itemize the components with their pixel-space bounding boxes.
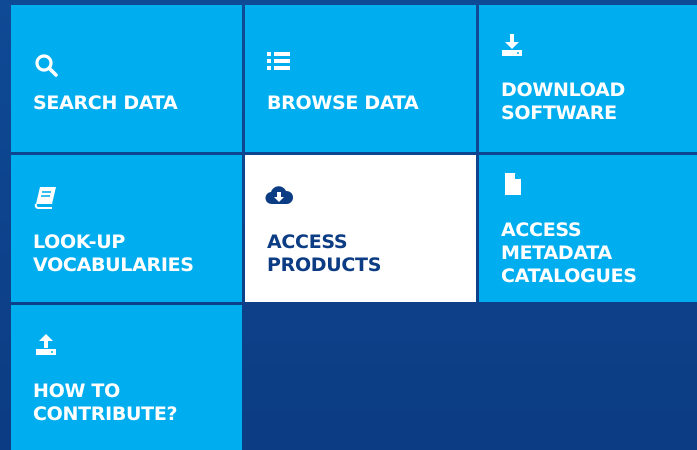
look-up-vocabularies-label: LOOK-UP VOCABULARIES xyxy=(33,231,194,276)
download-icon xyxy=(499,32,525,58)
tile-menu: SEARCH DATA BROWSE DATA DOWNLOAD SOFTWAR… xyxy=(0,0,697,450)
cloud-download-icon xyxy=(264,183,294,209)
upload-icon xyxy=(33,331,59,357)
download-software-label: DOWNLOAD SOFTWARE xyxy=(501,79,625,124)
how-to-contribute-label: HOW TO CONTRIBUTE? xyxy=(33,380,178,425)
access-products-tile[interactable]: ACCESS PRODUCTS xyxy=(245,155,476,302)
list-icon xyxy=(265,48,291,74)
access-metadata-catalogues-label: ACCESS METADATA CATALOGUES xyxy=(501,219,637,287)
how-to-contribute-tile[interactable]: HOW TO CONTRIBUTE? xyxy=(11,305,242,450)
document-icon xyxy=(500,171,526,197)
search-data-tile[interactable]: SEARCH DATA xyxy=(11,5,242,152)
search-data-label: SEARCH DATA xyxy=(33,92,178,114)
search-icon xyxy=(33,52,59,78)
book-icon xyxy=(33,184,59,210)
look-up-vocabularies-tile[interactable]: LOOK-UP VOCABULARIES xyxy=(11,155,242,302)
download-software-tile[interactable]: DOWNLOAD SOFTWARE xyxy=(479,5,697,152)
access-metadata-catalogues-tile[interactable]: ACCESS METADATA CATALOGUES xyxy=(479,155,697,302)
browse-data-label: BROWSE DATA xyxy=(267,92,419,114)
browse-data-tile[interactable]: BROWSE DATA xyxy=(245,5,476,152)
access-products-label: ACCESS PRODUCTS xyxy=(267,231,382,276)
